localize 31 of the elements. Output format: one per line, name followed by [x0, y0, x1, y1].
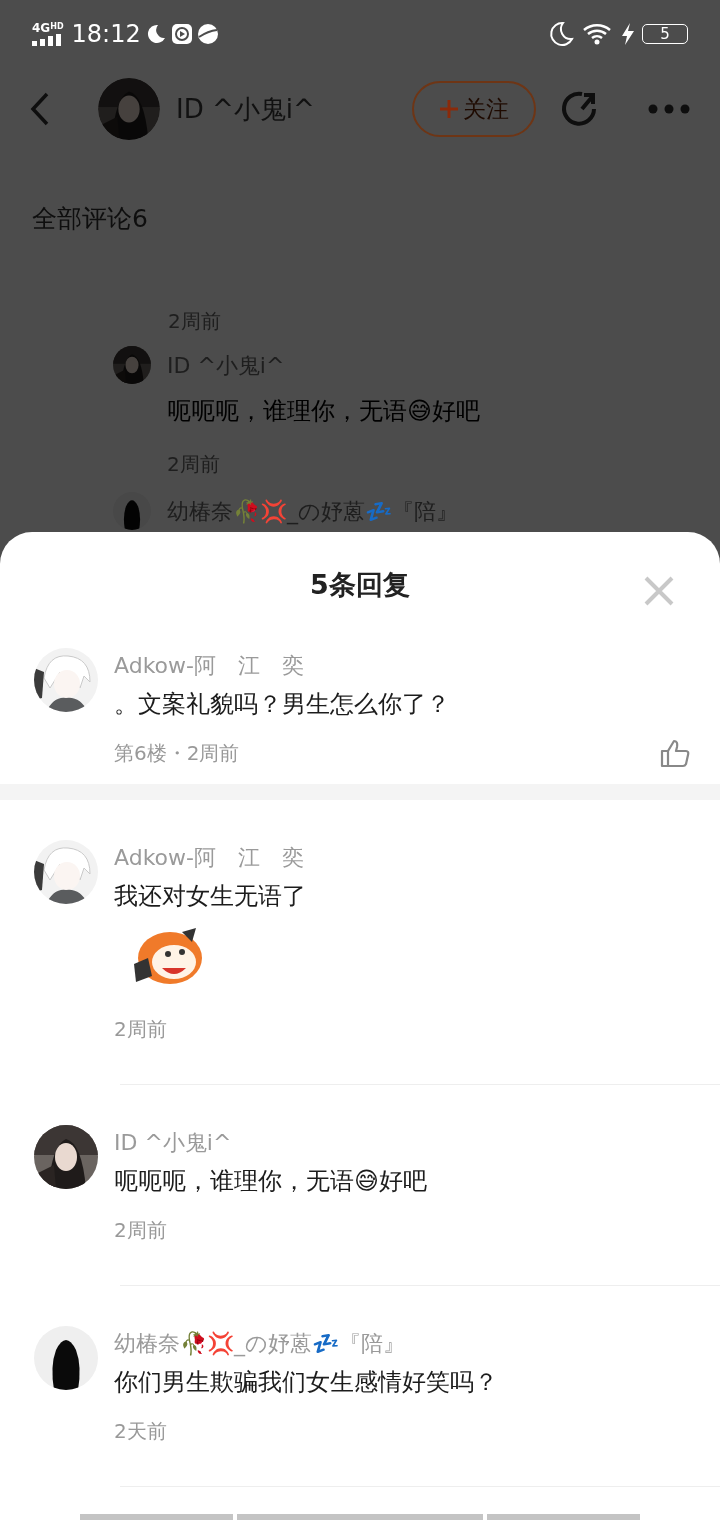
back-icon[interactable]	[30, 92, 50, 126]
battery-icon: 5	[642, 24, 688, 44]
comment-text: 我还对女生无语了	[114, 881, 307, 912]
network-label: HD	[50, 22, 64, 31]
like-icon[interactable]	[660, 738, 690, 768]
user-name: Adkow-阿 江 奕	[114, 652, 305, 680]
user-name: ID ^小鬼i^	[114, 1129, 233, 1157]
clock-time: 18:12	[71, 19, 141, 50]
comment-text: 呃呃呃，谁理你，无语😅好吧	[167, 396, 481, 427]
comment-time: 2周前	[114, 1217, 167, 1244]
comment-meta: 第6楼・2周前	[114, 740, 240, 767]
comments-heading: 全部评论6	[32, 204, 148, 233]
comment-text: 。文案礼貌吗？男生怎么你了？	[114, 689, 451, 720]
play-icon	[170, 23, 193, 45]
plus-icon	[439, 99, 459, 119]
sheet-title: 5条回复	[310, 567, 410, 602]
comment-time: 2周前	[114, 1016, 167, 1043]
network-type: 4G	[32, 22, 51, 34]
close-button[interactable]	[644, 576, 674, 606]
user-name: Adkow-阿 江 奕	[114, 844, 305, 872]
user-name: 幼椿奈🥀💢_の妤蒽💤『陪』	[114, 1330, 406, 1359]
more-icon[interactable]	[648, 104, 690, 114]
comment-text: 你们男生欺骗我们女生感情好笑吗？	[114, 1367, 499, 1398]
signal-icon	[32, 34, 62, 46]
comment-time: 2天前	[114, 1418, 167, 1445]
follow-button[interactable]: 关注	[412, 81, 536, 137]
moon-icon	[548, 21, 574, 47]
planet-icon	[196, 23, 219, 45]
charging-icon	[622, 23, 634, 45]
user-name[interactable]: ID ^小鬼i^	[176, 89, 315, 129]
comment-text: 呃呃呃，谁理你，无语😅好吧	[114, 1166, 429, 1197]
